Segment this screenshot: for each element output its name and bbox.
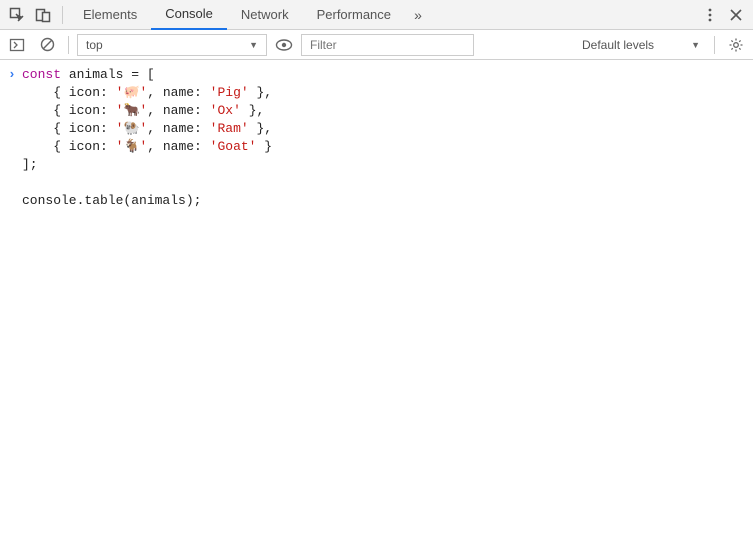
clear-console-icon[interactable]: [34, 30, 60, 60]
code-content: const animals = [ { icon: '🐖', name: 'Pi…: [22, 66, 272, 210]
levels-label: Default levels: [582, 38, 654, 52]
device-toggle-icon[interactable]: [30, 0, 56, 30]
filter-input[interactable]: [301, 34, 474, 56]
divider: [68, 36, 69, 54]
console-output[interactable]: › const animals = [ { icon: '🐖', name: '…: [0, 60, 753, 210]
context-label: top: [86, 38, 103, 52]
tab-network[interactable]: Network: [227, 0, 303, 30]
live-expression-icon[interactable]: [271, 30, 297, 60]
context-selector[interactable]: top ▼: [77, 34, 267, 56]
tab-elements[interactable]: Elements: [69, 0, 151, 30]
tab-performance[interactable]: Performance: [303, 0, 405, 30]
settings-gear-icon[interactable]: [723, 30, 749, 60]
tab-console[interactable]: Console: [151, 0, 227, 30]
divider: [714, 36, 715, 54]
divider: [62, 6, 63, 24]
devtools-tabbar: ElementsConsoleNetworkPerformance »: [0, 0, 753, 30]
prompt-chevron-icon: ›: [8, 66, 22, 210]
chevron-down-icon: ▼: [691, 40, 700, 50]
close-devtools-icon[interactable]: [723, 0, 749, 30]
console-toolbar: top ▼ Default levels ▼: [0, 30, 753, 60]
chevron-down-icon: ▼: [249, 40, 258, 50]
inspect-element-icon[interactable]: [4, 0, 30, 30]
more-tabs-button[interactable]: »: [405, 0, 431, 30]
toggle-sidebar-icon[interactable]: [4, 30, 30, 60]
console-input-line: › const animals = [ { icon: '🐖', name: '…: [0, 66, 753, 210]
log-levels-selector[interactable]: Default levels ▼: [576, 34, 706, 56]
kebab-menu-icon[interactable]: [697, 0, 723, 30]
